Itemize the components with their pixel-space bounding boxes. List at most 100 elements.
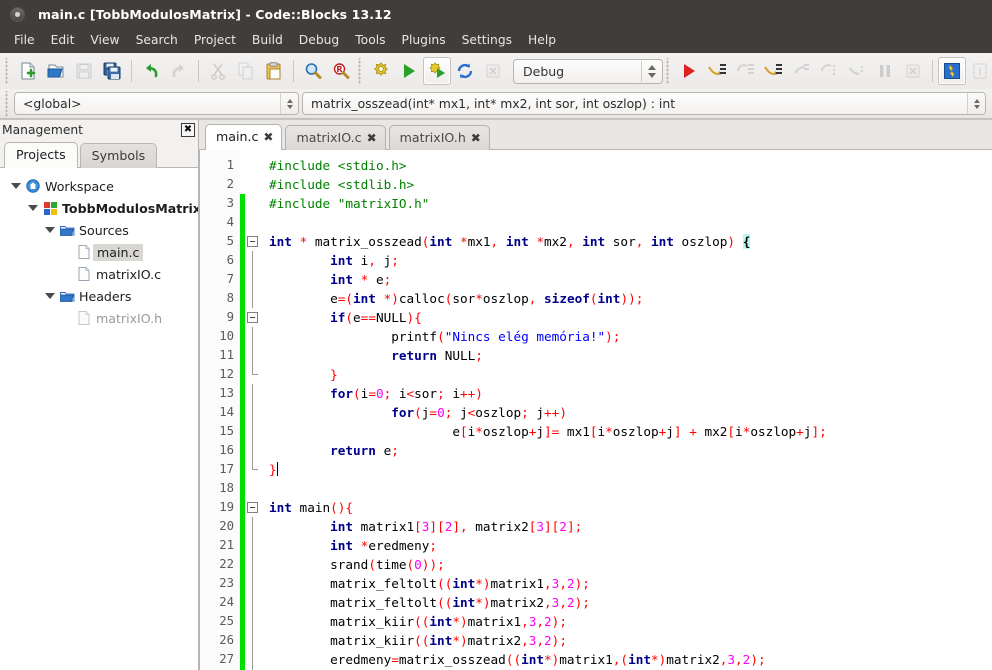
fold-row[interactable] — [245, 156, 261, 175]
fold-row[interactable] — [245, 251, 261, 270]
fold-row[interactable] — [245, 327, 261, 346]
step-into-icon[interactable] — [759, 57, 787, 85]
menu-tools[interactable]: Tools — [347, 30, 393, 51]
menu-settings[interactable]: Settings — [454, 30, 520, 51]
fold-collapse-icon[interactable] — [247, 236, 258, 247]
fold-row[interactable] — [245, 574, 261, 593]
fold-row[interactable] — [245, 384, 261, 403]
run-to-cursor-icon[interactable] — [703, 57, 731, 85]
close-icon[interactable]: ✖ — [263, 131, 273, 143]
build-target-select[interactable]: Debug — [513, 58, 663, 84]
build-icon[interactable] — [367, 57, 395, 85]
toolbar-grip[interactable] — [4, 58, 11, 84]
menu-help[interactable]: Help — [520, 30, 564, 51]
debug-continue-icon[interactable] — [675, 57, 703, 85]
fold-collapse-icon[interactable] — [247, 502, 258, 513]
fold-row[interactable] — [245, 365, 261, 384]
fold-row[interactable] — [245, 213, 261, 232]
fold-row[interactable] — [245, 536, 261, 555]
menu-debug[interactable]: Debug — [291, 30, 347, 51]
close-icon[interactable]: ✖ — [367, 132, 377, 144]
undo-icon[interactable] — [137, 57, 165, 85]
chevron-down-icon[interactable] — [42, 227, 58, 233]
replace-icon[interactable]: R — [327, 57, 355, 85]
build-target-spinner[interactable] — [641, 60, 661, 82]
fold-row[interactable] — [245, 403, 261, 422]
fold-row[interactable] — [245, 194, 261, 213]
menu-view[interactable]: View — [82, 30, 127, 51]
tree-item-workspace[interactable]: Workspace — [0, 175, 198, 197]
line-number: 7 — [226, 272, 234, 286]
tree-item-headers[interactable]: Headers — [0, 285, 198, 307]
fold-row[interactable] — [245, 593, 261, 612]
fold-row[interactable] — [245, 498, 261, 517]
editor-tab-matrixio-c[interactable]: matrixIO.c ✖ — [285, 125, 386, 150]
toolbar-grip[interactable] — [357, 58, 364, 84]
fold-row[interactable] — [245, 289, 261, 308]
fold-row[interactable] — [245, 650, 261, 669]
scope-select-spinner[interactable] — [280, 93, 298, 114]
editor-tab-matrixio-h[interactable]: matrixIO.h ✖ — [388, 125, 490, 150]
tree-item-tobbmodulosmatrix[interactable]: TobbModulosMatrix — [0, 197, 198, 219]
fold-row[interactable] — [245, 270, 261, 289]
tree-item-main-c[interactable]: main.c — [0, 241, 198, 263]
close-icon[interactable]: ✖ — [471, 132, 481, 144]
debugging-windows-icon[interactable] — [938, 57, 966, 85]
chevron-up-icon — [973, 98, 980, 103]
fold-row[interactable] — [245, 422, 261, 441]
toolbar-grip[interactable] — [665, 58, 672, 84]
close-icon[interactable]: ✖ — [181, 123, 195, 137]
project-tree[interactable]: Workspace TobbModulosMatrix Sources main.c m… — [0, 168, 198, 670]
chevron-down-icon[interactable] — [25, 205, 41, 211]
fold-collapse-icon[interactable] — [247, 312, 258, 323]
menu-edit[interactable]: Edit — [43, 30, 83, 51]
fold-row[interactable] — [245, 555, 261, 574]
line-number-gutter: 1 2 3 4 5 6 7 8 9 10 11 12 13 14 15 16 17 18 19 20 21 22 23 24 2… — [200, 150, 240, 670]
code-view[interactable]: 1 2 3 4 5 6 7 8 9 10 11 12 13 14 15 16 17 18 19 20 21 22 23 24 2… — [199, 150, 992, 670]
fold-row[interactable] — [245, 479, 261, 498]
chevron-down-icon — [973, 104, 980, 109]
chevron-down-icon[interactable] — [8, 183, 24, 189]
source-code-text[interactable]: #include <stdio.h> #include <stdlib.h> #in… — [261, 150, 992, 670]
tree-item-matrixio-c[interactable]: matrixIO.c — [0, 263, 198, 285]
run-icon[interactable] — [395, 57, 423, 85]
fold-row[interactable] — [245, 631, 261, 650]
fold-row[interactable] — [245, 346, 261, 365]
fold-row[interactable] — [245, 441, 261, 460]
chevron-down-icon[interactable] — [42, 293, 58, 299]
tree-item-matrixio-h[interactable]: matrixIO.h — [0, 307, 198, 329]
fold-row[interactable] — [245, 308, 261, 327]
function-select-spinner[interactable] — [967, 93, 985, 114]
fold-row[interactable] — [245, 175, 261, 194]
scope-toolbar-grip[interactable] — [4, 90, 11, 117]
code-folding-margin[interactable] — [245, 150, 261, 670]
window-menu-icon[interactable] — [10, 6, 25, 22]
scope-select[interactable]: <global> — [14, 92, 299, 115]
menu-project[interactable]: Project — [186, 30, 244, 51]
menu-search[interactable]: Search — [128, 30, 186, 51]
build-and-run-icon[interactable] — [423, 57, 451, 85]
chevron-up-icon — [286, 98, 293, 103]
function-select[interactable]: matrix_osszead(int* mx1, int* mx2, int s… — [302, 92, 986, 115]
fold-line — [252, 517, 253, 536]
fold-row[interactable] — [245, 612, 261, 631]
menu-file[interactable]: File — [6, 30, 43, 51]
menu-plugins[interactable]: Plugins — [394, 30, 454, 51]
paste-icon[interactable] — [260, 57, 288, 85]
menu-build[interactable]: Build — [244, 30, 291, 51]
open-file-icon[interactable] — [42, 57, 70, 85]
fold-row[interactable] — [245, 460, 261, 479]
save-all-icon[interactable] — [98, 57, 126, 85]
new-file-icon[interactable] — [14, 57, 42, 85]
editor-tab-main-c[interactable]: main.c ✖ — [205, 124, 283, 150]
tab-projects[interactable]: Projects — [4, 142, 78, 168]
fold-row[interactable] — [245, 517, 261, 536]
line-number: 5 — [226, 234, 234, 248]
fold-row[interactable] — [245, 232, 261, 251]
rebuild-icon[interactable] — [451, 57, 479, 85]
find-icon[interactable] — [299, 57, 327, 85]
management-title: Management — [2, 123, 84, 137]
tree-item-sources[interactable]: Sources — [0, 219, 198, 241]
fold-line — [252, 403, 253, 422]
tab-symbols[interactable]: Symbols — [79, 143, 158, 168]
